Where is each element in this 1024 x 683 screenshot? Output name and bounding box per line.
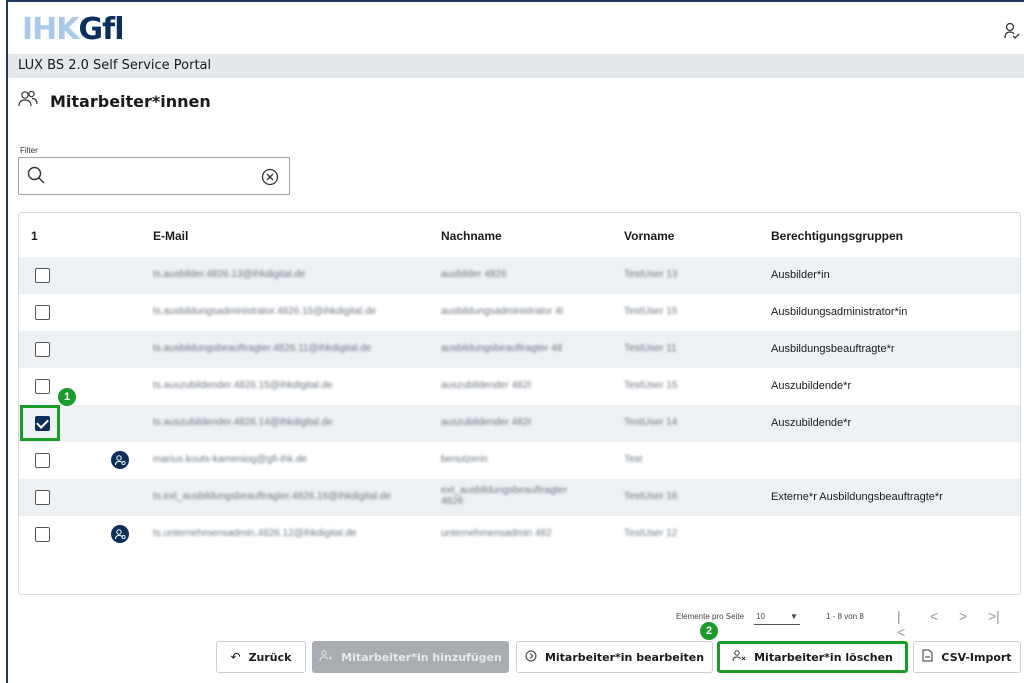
ihk-gfi-logo[interactable]: IHKGfl — [22, 12, 124, 47]
row-checkbox[interactable] — [35, 268, 50, 283]
table-row[interactable]: ts.auszubildender.4826.14@ihkdigital.de a… — [19, 405, 1020, 442]
table-row[interactable]: ts.ext_ausbildungsbeauftragter.4826.16@i… — [19, 479, 1020, 516]
page-header: Mitarbeiter*innen — [18, 90, 211, 112]
cell-vorname: TestUser 14 — [624, 417, 678, 428]
back-button[interactable]: ↶ Zurück — [216, 641, 306, 673]
filter-field[interactable] — [18, 157, 290, 195]
cell-vorname: Test — [624, 454, 643, 465]
undo-arrow-icon: ↶ — [230, 650, 241, 664]
user-avatar-icon — [111, 451, 129, 469]
cell-nachname: ausbildungsbeauftragter 4826 — [441, 343, 563, 354]
cell-vorname: TestUser 15 — [624, 306, 678, 317]
cell-email: ts.ausbildungsadministrator.4826.15@ihkd… — [153, 306, 377, 317]
row-checkbox[interactable] — [35, 342, 50, 357]
cell-berechtigungsgruppe: Externe*r Ausbildungsbeauftragte*r — [771, 491, 943, 503]
app-header: IHKGfl — [8, 2, 1024, 54]
cell-nachname: auszubildender 4826 — [441, 380, 531, 391]
cell-vorname: TestUser 11 — [624, 343, 677, 354]
cell-vorname: TestUser 15 — [624, 380, 678, 391]
cell-nachname: benutzerin — [441, 454, 488, 465]
row-checkbox[interactable] — [35, 490, 50, 505]
edit-circle-icon — [525, 650, 537, 665]
cell-nachname: auszubildender 4826 — [441, 417, 531, 428]
per-page-select[interactable]: 10 ▼ — [754, 609, 800, 625]
add-person-icon — [319, 649, 333, 665]
pagination-range: 1 - 8 von 8 — [826, 612, 864, 621]
cell-email: ts.ext_ausbildungsbeauftragter.4826.16@i… — [153, 491, 392, 502]
next-page-icon[interactable]: > — [959, 608, 967, 624]
filter-input[interactable] — [55, 166, 255, 186]
table-row[interactable]: ts.ausbildungsbeauftragter.4826.11@ihkdi… — [19, 331, 1020, 368]
table-row[interactable]: ts.auszubildender.4826.15@ihkdigital.de a… — [19, 368, 1020, 405]
remove-person-icon — [732, 649, 746, 665]
column-header-email[interactable]: E-Mail — [153, 229, 188, 243]
people-icon — [18, 90, 40, 113]
employees-table: 1 E-Mail Nachname Vorname Berechtigungsg… — [18, 212, 1021, 595]
delete-employee-button[interactable]: Mitarbeiter*in löschen — [717, 641, 908, 673]
row-checkbox[interactable] — [35, 453, 50, 468]
highlight-selected-checkbox — [20, 405, 60, 441]
edit-employee-button[interactable]: Mitarbeiter*in bearbeiten — [516, 641, 713, 673]
cell-vorname: TestUser 16 — [624, 491, 678, 502]
cell-nachname: unternehmensadmin 4826 — [441, 528, 551, 539]
row-checkbox[interactable] — [35, 379, 50, 394]
cell-vorname: TestUser 12 — [624, 528, 678, 539]
per-page-label: Elemente pro Seite — [676, 612, 745, 621]
cell-nachname: ausbilder 4826 — [441, 269, 507, 280]
first-page-icon[interactable]: |< — [897, 608, 905, 640]
cell-berechtigungsgruppe: Auszubildende*r — [771, 417, 852, 429]
cell-nachname: ext_ausbildungsbeauftragter 4826 — [441, 485, 568, 507]
table-header: 1 E-Mail Nachname Vorname Berechtigungsg… — [19, 213, 1020, 257]
cell-berechtigungsgruppe: Auszubildende*r — [771, 380, 852, 392]
cell-nachname: ausbildungsadministrator 4826 — [441, 306, 563, 317]
cell-berechtigungsgruppe: Ausbildungsbeauftragte*r — [771, 343, 895, 355]
column-header-nachname[interactable]: Nachname — [441, 229, 502, 243]
selected-count: 1 — [31, 229, 38, 243]
search-icon — [27, 166, 45, 184]
cell-email: ts.ausbildungsbeauftragter.4826.11@ihkdi… — [153, 343, 372, 354]
cell-berechtigungsgruppe: Ausbildungsadministrator*in — [771, 306, 908, 318]
row-checkbox[interactable] — [35, 305, 50, 320]
cell-email: ts.auszubildender.4826.15@ihkdigital.de — [153, 380, 333, 391]
table-row[interactable]: marius.kouts-kameniog@gfi-ihk.de benutzer… — [19, 442, 1020, 479]
chevron-down-icon: ▼ — [790, 612, 798, 621]
portal-title: LUX BS 2.0 Self Service Portal — [18, 58, 212, 73]
row-checkbox[interactable] — [35, 527, 50, 542]
user-account-icon[interactable] — [1004, 22, 1020, 45]
annotation-badge-1: 1 — [58, 388, 76, 406]
annotation-badge-2: 2 — [700, 622, 718, 640]
filter-label: Filter — [20, 146, 38, 155]
window-frame-left — [6, 0, 8, 683]
add-employee-button[interactable]: Mitarbeiter*in hinzufügen — [312, 641, 509, 673]
csv-import-button[interactable]: CSV-Import — [913, 641, 1021, 673]
cell-berechtigungsgruppe: Ausbilder*in — [771, 269, 830, 281]
cell-email: ts.ausbilder.4826.13@ihkdigital.de — [153, 269, 306, 280]
cell-email: marius.kouts-kameniog@gfi-ihk.de — [153, 454, 308, 465]
cell-email: ts.auszubildender.4826.14@ihkdigital.de — [153, 417, 333, 428]
user-avatar-icon — [111, 525, 129, 543]
table-row[interactable]: ts.ausbilder.4826.13@ihkdigital.de ausbil… — [19, 257, 1020, 294]
column-header-vorname[interactable]: Vorname — [624, 229, 674, 243]
portal-title-bar: LUX BS 2.0 Self Service Portal — [8, 54, 1024, 78]
file-icon — [922, 649, 933, 665]
cell-email: ts.unternehmensadmin.4826.12@ihkdigital.… — [153, 528, 357, 539]
table-row[interactable]: ts.unternehmensadmin.4826.12@ihkdigital.… — [19, 516, 1020, 553]
table-row[interactable]: ts.ausbildungsadministrator.4826.15@ihkd… — [19, 294, 1020, 331]
column-header-berechtigungsgruppen[interactable]: Berechtigungsgruppen — [771, 229, 903, 243]
previous-page-icon[interactable]: < — [930, 608, 938, 624]
page-title: Mitarbeiter*innen — [50, 91, 211, 111]
last-page-icon[interactable]: >| — [988, 608, 1000, 624]
clear-filter-icon[interactable] — [261, 168, 279, 186]
cell-vorname: TestUser 13 — [624, 269, 678, 280]
